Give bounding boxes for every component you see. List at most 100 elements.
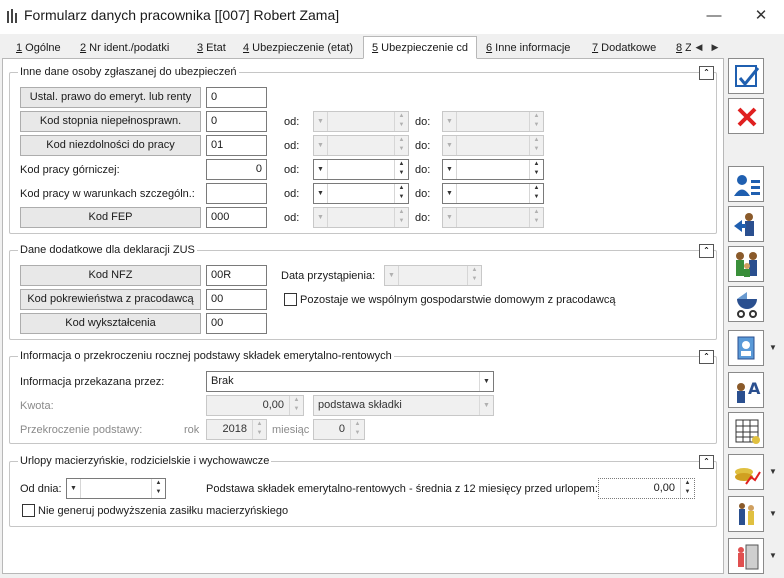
cancel-button[interactable]: [728, 98, 764, 134]
warunki-do-date[interactable]: ▼ ▲ ▼: [442, 183, 544, 204]
collapse-icon[interactable]: ⌃: [699, 66, 714, 80]
miesiac-label: miesiąc: [272, 424, 310, 436]
close-button[interactable]: ✕: [744, 4, 778, 28]
podstawa-skladek-field[interactable]: 0,00 ▲ ▼: [598, 478, 695, 499]
tab-panel: Inne dane osoby zgłaszanej do ubezpiecze…: [2, 58, 724, 574]
rok-label: rok: [184, 424, 200, 436]
employee-card-icon: [734, 175, 760, 196]
kod-wyksztalcenia-field[interactable]: 00: [206, 313, 267, 334]
gornicza-od-date[interactable]: ▼ ▲ ▼: [313, 159, 409, 180]
kod-niepelnosprawn-button[interactable]: Kod stopnia niepełnosprawn.: [20, 111, 201, 132]
minimize-button[interactable]: —: [697, 4, 731, 28]
kwota-field[interactable]: 0,00 ▲ ▼: [206, 395, 304, 416]
od-dnia-date[interactable]: ▼ ▲ ▼: [66, 478, 166, 499]
table-button[interactable]: [728, 412, 764, 448]
data-przystapienia-label: Data przystąpienia:: [281, 270, 376, 282]
employee-card-button[interactable]: [728, 166, 764, 202]
person-text-button[interactable]: A: [728, 372, 764, 408]
collapse-icon[interactable]: ⌃: [699, 455, 714, 469]
kod-pokrewienstwa-field[interactable]: 00: [206, 289, 267, 310]
kod-fep-button[interactable]: Kod FEP: [20, 207, 201, 228]
przekroczenie-label: Przekroczenie podstawy:: [20, 424, 143, 436]
nie-generuj-checkbox[interactable]: [22, 504, 35, 517]
tab-inne-informacje[interactable]: 6 Inne informacje: [478, 38, 578, 58]
right-toolbar: ▼ A ▼ ▼ ▼: [726, 58, 784, 578]
kod-niezdolnosci-field[interactable]: 01: [206, 135, 267, 156]
chart-coins-icon: [735, 468, 761, 485]
podstawa-dropdown[interactable]: podstawa składki ▼: [313, 395, 494, 416]
od-label: od:: [284, 116, 300, 128]
collapse-icon[interactable]: ⌃: [699, 350, 714, 364]
person-door-button[interactable]: [728, 538, 764, 574]
person-arrow-button[interactable]: [728, 206, 764, 242]
person-door-icon: [738, 544, 759, 570]
app-icon: [7, 9, 17, 23]
od-label: od:: [284, 212, 300, 224]
kod-nfz-button[interactable]: Kod NFZ: [20, 265, 201, 286]
do-label: do:: [415, 212, 431, 224]
collapse-icon[interactable]: ⌃: [699, 244, 714, 258]
kod-warunki-szczegolne-field[interactable]: [206, 183, 267, 204]
save-button[interactable]: [728, 58, 764, 94]
kwota-label: Kwota:: [20, 400, 54, 412]
stroller-button[interactable]: [728, 286, 764, 322]
window-title: Formularz danych pracownika [[007] Rober…: [24, 7, 340, 23]
podstawa-skladek-label: Podstawa składek emerytalno-rentowych - …: [206, 483, 598, 495]
data-przystapienia-date[interactable]: ▼ ▲ ▼: [384, 265, 482, 286]
person-arrow-icon: [734, 213, 754, 236]
informacja-dropdown[interactable]: Brak ▼: [206, 371, 494, 392]
title-bar: Formularz danych pracownika [[007] Rober…: [0, 0, 784, 34]
kod-pracy-gorniczej-field[interactable]: 0: [206, 159, 267, 180]
section-dane-zus: Dane dodatkowe dla deklaracji ZUS ⌃ Kod …: [9, 244, 717, 340]
do-label: do:: [415, 164, 431, 176]
kod-fep-field[interactable]: 000: [206, 207, 267, 228]
niezdolnosci-od-date[interactable]: ▼ ▲ ▼: [313, 135, 409, 156]
tab-nr-ident[interactable]: 2 Nr ident./podatki: [72, 38, 177, 58]
niezdolnosci-do-date[interactable]: ▼ ▲ ▼: [442, 135, 544, 156]
kod-wyksztalcenia-button[interactable]: Kod wykształcenia: [20, 313, 201, 334]
tab-scroll-right-icon[interactable]: ▶: [708, 38, 722, 56]
tab-bar: 1 Ogólne 2 Nr ident./podatki 3 Etat 4 Ub…: [2, 36, 724, 59]
kod-niepelnosprawn-field[interactable]: 0: [206, 111, 267, 132]
kod-niezdolnosci-button[interactable]: Kod niezdolności do pracy: [20, 135, 201, 156]
id-card-dropdown-icon[interactable]: ▼: [766, 330, 780, 366]
people-tools-button[interactable]: [728, 496, 764, 532]
tab-scroll-left-icon[interactable]: ◀: [692, 38, 706, 56]
niepelnosprawn-do-date[interactable]: ▼ ▲ ▼: [442, 111, 544, 132]
rok-field[interactable]: 2018 ▲ ▼: [206, 419, 267, 440]
section-title: Inne dane osoby zgłaszanej do ubezpiecze…: [18, 66, 239, 78]
tab-ubezpieczenie-etat[interactable]: 4 Ubezpieczenie (etat): [235, 38, 361, 58]
tab-etat[interactable]: 3 Etat: [189, 38, 234, 58]
section-urlopy: Urlopy macierzyńskie, rodzicielskie i wy…: [9, 455, 717, 527]
person-door-dropdown-icon[interactable]: ▼: [766, 538, 780, 574]
do-label: do:: [415, 116, 431, 128]
gornicza-do-date[interactable]: ▼ ▲ ▼: [442, 159, 544, 180]
section-title: Dane dodatkowe dla deklaracji ZUS: [18, 244, 197, 256]
tab-dodatkowe[interactable]: 7 Dodatkowe: [584, 38, 664, 58]
section-inne-dane: Inne dane osoby zgłaszanej do ubezpiecze…: [9, 66, 717, 234]
tab-z[interactable]: 8 Z: [668, 38, 692, 58]
chart-coins-dropdown-icon[interactable]: ▼: [766, 454, 780, 490]
ustal-prawo-field[interactable]: 0: [206, 87, 267, 108]
miesiac-field[interactable]: 0 ▲ ▼: [313, 419, 365, 440]
wspolne-gospodarstwo-checkbox[interactable]: [284, 293, 297, 306]
section-title: Urlopy macierzyńskie, rodzicielskie i wy…: [18, 455, 272, 467]
tab-ogolne[interactable]: 1 Ogólne: [8, 38, 69, 58]
kod-pokrewienstwa-button[interactable]: Kod pokrewieństwa z pracodawcą: [20, 289, 201, 310]
wspolne-gospodarstwo-label: Pozostaje we wspólnym gospodarstwie domo…: [300, 294, 616, 306]
od-label: od:: [284, 164, 300, 176]
fep-do-date[interactable]: ▼ ▲ ▼: [442, 207, 544, 228]
niepelnosprawn-od-date[interactable]: ▼ ▲ ▼: [313, 111, 409, 132]
people-tools-dropdown-icon[interactable]: ▼: [766, 496, 780, 532]
id-card-icon: [737, 336, 755, 360]
fep-od-date[interactable]: ▼ ▲ ▼: [313, 207, 409, 228]
family-button[interactable]: [728, 246, 764, 282]
warunki-od-date[interactable]: ▼ ▲ ▼: [313, 183, 409, 204]
ustal-prawo-button[interactable]: Ustal. prawo do emeryt. lub renty: [20, 87, 201, 108]
chart-coins-button[interactable]: [728, 454, 764, 490]
tab-ubezpieczenie-cd[interactable]: 5 Ubezpieczenie cd: [363, 36, 478, 59]
informacja-label: Informacja przekazana przez:: [20, 376, 165, 388]
id-card-button[interactable]: [728, 330, 764, 366]
kod-warunki-szczegolne-label: Kod pracy w warunkach szczególn.:: [20, 188, 195, 200]
kod-nfz-field[interactable]: 00R: [206, 265, 267, 286]
